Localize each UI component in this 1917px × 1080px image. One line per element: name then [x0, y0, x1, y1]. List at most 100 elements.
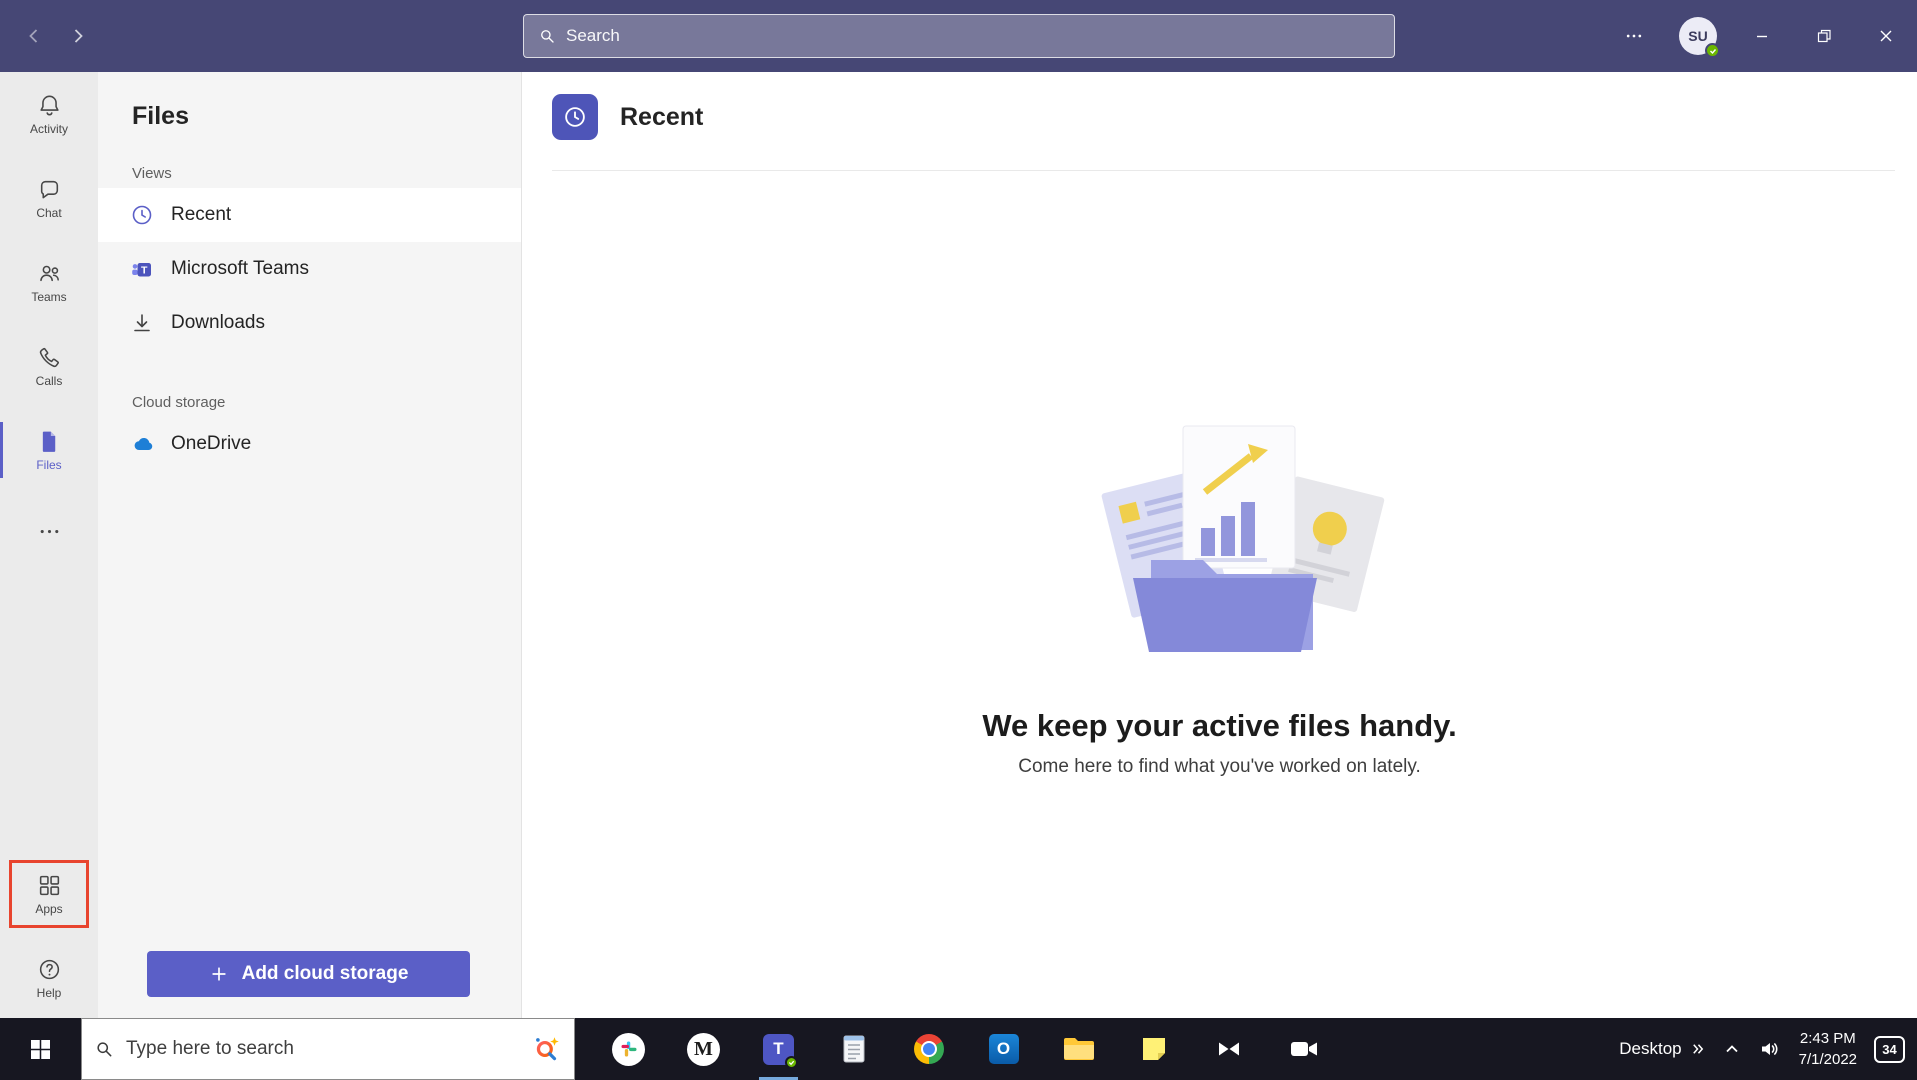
slack-icon [612, 1033, 645, 1066]
add-cloud-storage-label: Add cloud storage [242, 963, 409, 985]
restore-icon [1817, 29, 1831, 43]
sidebar-item-microsoft-teams[interactable]: T Microsoft Teams [98, 242, 521, 296]
clock-icon [130, 203, 154, 227]
teams-window: SU Activity Chat [0, 0, 1917, 1080]
rail-item-label: Chat [36, 207, 61, 219]
chat-icon [37, 177, 62, 202]
double-chevron-icon[interactable] [1690, 1041, 1706, 1057]
empty-state-subtitle: Come here to find what you've worked on … [1018, 756, 1421, 778]
rail-item-calls[interactable]: Calls [0, 324, 98, 408]
apps-grid-icon [37, 873, 62, 898]
back-button[interactable] [12, 14, 56, 58]
rail-bottom-group: Apps Help [0, 860, 98, 1018]
rail-item-label: Teams [31, 291, 66, 303]
rail-item-label: Files [36, 459, 61, 471]
section-label-cloud-storage: Cloud storage [98, 394, 521, 411]
maximize-button[interactable] [1793, 0, 1855, 72]
taskbar-file-explorer-icon[interactable] [1041, 1018, 1116, 1080]
taskbar-movies-icon[interactable] [1191, 1018, 1266, 1080]
tray-chevron-up-icon[interactable] [1723, 1040, 1741, 1058]
m-app-icon: M [687, 1033, 720, 1066]
minimize-icon [1755, 29, 1769, 43]
add-cloud-storage-button[interactable]: Add cloud storage [147, 951, 470, 997]
sidebar-item-downloads[interactable]: Downloads [98, 296, 521, 350]
movies-icon [1216, 1036, 1242, 1062]
minimize-button[interactable] [1731, 0, 1793, 72]
search-highlights-icon[interactable] [532, 1034, 562, 1064]
rail-item-more[interactable] [0, 492, 98, 576]
taskbar-outlook-icon[interactable]: O [966, 1018, 1041, 1080]
rail-item-label: Calls [36, 375, 63, 387]
rail-item-help[interactable]: Help [0, 942, 98, 1014]
main-content: Recent [522, 72, 1917, 1018]
teams-icon: T [763, 1034, 794, 1065]
sidebar-item-onedrive[interactable]: OneDrive [98, 417, 521, 471]
empty-files-illustration [1055, 410, 1385, 680]
plus-icon [209, 964, 229, 984]
taskbar-clock[interactable]: 2:43 PM 7/1/2022 [1799, 1028, 1857, 1070]
taskbar-m-app-icon[interactable]: M [666, 1018, 741, 1080]
sidebar-item-label: Microsoft Teams [171, 258, 309, 280]
onedrive-icon [130, 432, 154, 456]
close-button[interactable] [1855, 0, 1917, 72]
global-search[interactable] [523, 14, 1395, 58]
forward-button[interactable] [56, 14, 100, 58]
rail-item-activity[interactable]: Activity [0, 72, 98, 156]
people-icon [37, 261, 62, 286]
rail-item-files[interactable]: Files [0, 408, 98, 492]
desktop-label: Desktop [1619, 1039, 1681, 1059]
clock-date: 7/1/2022 [1799, 1049, 1857, 1070]
search-icon [538, 27, 556, 45]
page-title: Recent [620, 103, 703, 132]
sidebar-item-label: Downloads [171, 312, 265, 334]
rail-item-label: Help [37, 987, 62, 999]
empty-state: We keep your active files handy. Come he… [522, 410, 1917, 778]
rail-item-apps[interactable]: Apps [12, 863, 86, 925]
volume-icon[interactable] [1758, 1037, 1782, 1061]
taskbar-sticky-notes-icon[interactable] [1116, 1018, 1191, 1080]
video-camera-icon [1290, 1038, 1318, 1060]
rail-item-teams[interactable]: Teams [0, 240, 98, 324]
rail-item-label: Apps [35, 903, 62, 915]
titlebar: SU [0, 0, 1917, 72]
taskbar-chrome-icon[interactable] [891, 1018, 966, 1080]
clock-time: 2:43 PM [1800, 1028, 1856, 1049]
nav-arrows [12, 0, 100, 72]
apps-highlight-box: Apps [9, 860, 89, 928]
windows-logo-icon [31, 1040, 50, 1059]
notepad-icon [841, 1034, 867, 1064]
desktop-toolbar[interactable]: Desktop [1619, 1039, 1705, 1059]
empty-state-title: We keep your active files handy. [982, 708, 1456, 744]
rail-item-chat[interactable]: Chat [0, 156, 98, 240]
files-sidebar: Files Views Recent T Microsoft Teams Dow… [98, 72, 522, 1018]
notification-count: 34 [1882, 1042, 1896, 1057]
close-icon [1879, 29, 1893, 43]
taskbar-camera-icon[interactable] [1266, 1018, 1341, 1080]
taskbar-search[interactable] [81, 1018, 575, 1080]
start-button[interactable] [0, 1018, 81, 1080]
main-header: Recent [522, 72, 1917, 140]
avatar[interactable]: SU [1679, 17, 1717, 55]
download-icon [130, 311, 154, 335]
outlook-icon: O [989, 1034, 1019, 1064]
file-explorer-icon [1063, 1036, 1095, 1062]
bell-icon [37, 93, 62, 118]
recent-clock-badge-icon [552, 94, 598, 140]
taskbar-slack-icon[interactable] [591, 1018, 666, 1080]
sidebar-title: Files [98, 102, 521, 131]
sticky-notes-icon [1140, 1035, 1168, 1063]
windows-taskbar: M T O [0, 1018, 1917, 1080]
chrome-icon [914, 1034, 944, 1064]
rail-item-label: Activity [30, 123, 68, 135]
taskbar-search-input[interactable] [126, 1038, 520, 1060]
sidebar-item-label: Recent [171, 204, 231, 226]
taskbar-app-icons: M T O [591, 1018, 1341, 1080]
search-input[interactable] [566, 26, 1380, 46]
system-tray: Desktop 2:43 PM 7/1/2022 34 [1619, 1018, 1917, 1080]
action-center-badge[interactable]: 34 [1874, 1036, 1905, 1063]
taskbar-teams-icon[interactable]: T [741, 1018, 816, 1080]
taskbar-notepad-icon[interactable] [816, 1018, 891, 1080]
file-icon [37, 429, 62, 454]
more-options-button[interactable] [1603, 0, 1665, 72]
sidebar-item-recent[interactable]: Recent [98, 188, 521, 242]
